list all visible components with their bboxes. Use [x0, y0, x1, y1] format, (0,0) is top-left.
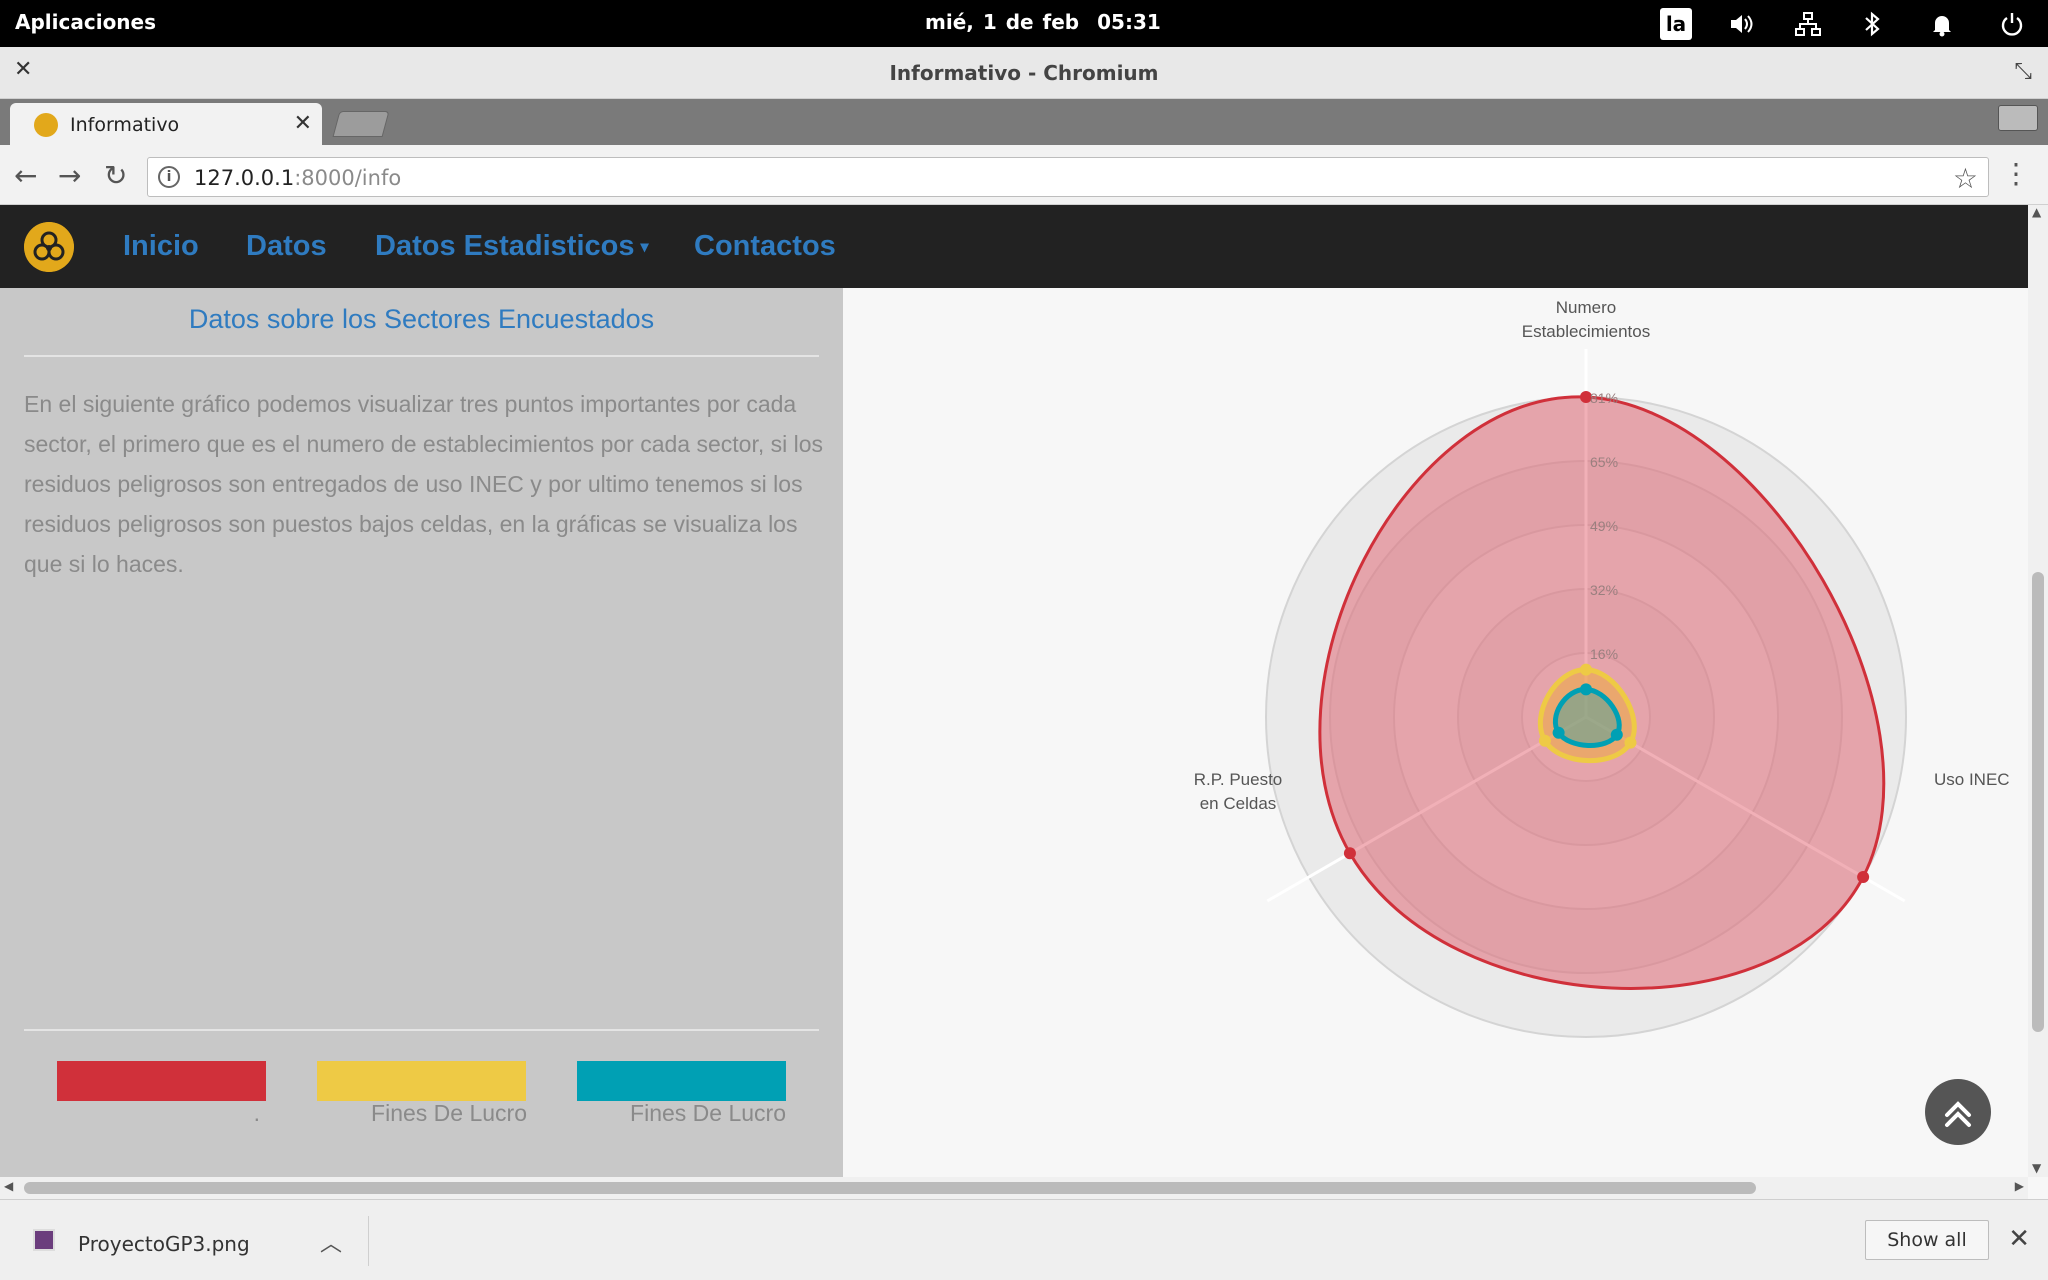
reload-icon[interactable]: ↻ [104, 159, 127, 192]
radar-data-point [1610, 728, 1623, 741]
page-viewport: Inicio Datos Datos Estadisticos ▾ Contact… [0, 205, 2028, 1177]
radar-data-point [1538, 734, 1551, 747]
window-restore-icon[interactable]: ⤡ [2014, 59, 2032, 84]
keyboard-layout-indicator[interactable]: la [1660, 8, 1692, 40]
radar-axis-label: Numero [1556, 298, 1616, 317]
radar-data-point [1580, 683, 1592, 696]
biohazard-favicon-icon [34, 113, 58, 137]
close-shelf-icon[interactable]: ✕ [2008, 1224, 2030, 1254]
notifications-bell-icon[interactable] [1928, 10, 1956, 38]
nav-link-contactos[interactable]: Contactos [694, 230, 836, 263]
divider [24, 1029, 819, 1031]
forward-arrow-icon[interactable]: → [58, 159, 81, 192]
horizontal-scrollbar[interactable]: ◀ ▶ [0, 1177, 2028, 1199]
network-icon[interactable] [1794, 10, 1822, 38]
caret-down-icon: ▾ [640, 239, 649, 257]
clock-time: 05:31 [1097, 10, 1161, 34]
url-path: :8000/info [294, 166, 402, 190]
tab-close-icon[interactable]: ✕ [294, 111, 312, 136]
radar-axis-label: Establecimientos [1522, 322, 1651, 341]
section-title: Datos sobre los Sectores Encuestados [188, 304, 655, 334]
download-options-chevron-icon[interactable]: ︿ [320, 1226, 342, 1258]
radar-tick-label: 65% [1590, 454, 1618, 470]
window-titlebar: ✕ Informativo - Chromium ⤡ [0, 47, 2048, 99]
radar-chart-panel: 16% 32% 49% 65% 81% Numero Establecimientos Uso… [843, 288, 2028, 1177]
biohazard-logo-icon[interactable] [24, 222, 74, 272]
legend-swatch-sector-publico [57, 1061, 266, 1101]
address-bar[interactable]: i 127.0.0.1:8000/info ☆ [147, 157, 1989, 197]
scroll-up-arrow-icon[interactable]: ▲ [2032, 205, 2041, 219]
radar-data-point [1857, 871, 1870, 883]
show-all-downloads-button[interactable]: Show all [1865, 1220, 1989, 1260]
download-shelf: ProyectoGP3.png ︿ Show all ✕ [0, 1199, 2048, 1280]
radar-data-point [1552, 726, 1565, 739]
browser-toolbar: ← → ↻ i 127.0.0.1:8000/info ☆ ⋮ [0, 145, 2048, 205]
power-icon[interactable] [1998, 10, 2026, 38]
browser-menu-icon[interactable]: ⋮ [2002, 157, 2030, 190]
radar-chart: 16% 32% 49% 65% 81% Numero Establecimientos Uso… [1194, 298, 2010, 1038]
nav-link-inicio[interactable]: Inicio [123, 230, 199, 263]
download-filename[interactable]: ProyectoGP3.png [78, 1232, 250, 1256]
horizontal-scroll-thumb[interactable] [24, 1182, 1756, 1194]
bookmark-star-icon[interactable]: ☆ [1953, 162, 1978, 195]
profile-icon[interactable] [1998, 105, 2038, 131]
nav-link-datos[interactable]: Datos [246, 230, 327, 263]
radar-tick-label: 32% [1590, 582, 1618, 598]
tab-strip: Informativo ✕ [0, 99, 2048, 145]
scroll-to-top-button[interactable] [1925, 1079, 1991, 1145]
applications-menu[interactable]: Aplicaciones [15, 10, 156, 34]
site-navbar: Inicio Datos Datos Estadisticos ▾ Contact… [0, 205, 2028, 288]
radar-axis-label: Uso INEC [1934, 770, 2010, 789]
window-title: Informativo - Chromium [889, 61, 1159, 85]
url-text: 127.0.0.1:8000/info [194, 166, 401, 190]
system-clock[interactable]: mié, 1 de feb 05:31 [925, 10, 1161, 34]
system-top-bar: Aplicaciones mié, 1 de feb 05:31 la [0, 0, 2048, 47]
scroll-down-arrow-icon[interactable]: ▼ [2032, 1161, 2041, 1175]
radar-tick-label: 49% [1590, 518, 1618, 534]
url-host: 127.0.0.1 [194, 166, 295, 190]
scroll-right-arrow-icon[interactable]: ▶ [2015, 1179, 2024, 1193]
clock-date: mié, 1 de feb [925, 10, 1080, 34]
radar-axis-label: en Celdas [1200, 794, 1277, 813]
double-chevron-up-icon [1945, 1101, 1971, 1127]
back-arrow-icon[interactable]: ← [14, 159, 37, 192]
radar-tick-label: 16% [1590, 646, 1618, 662]
divider [24, 355, 819, 357]
nav-dropdown-datos-estadisticos[interactable]: Datos Estadisticos ▾ [375, 230, 649, 263]
section-description: En el siguiente gráfico podemos visualiz… [24, 391, 824, 577]
sectors-info-panel: Datos sobre los Sectores Encuestados En … [0, 288, 843, 1177]
vertical-scroll-thumb[interactable] [2032, 572, 2044, 1032]
vertical-scrollbar[interactable]: ▲ ▼ [2028, 205, 2048, 1177]
site-info-icon[interactable]: i [158, 166, 180, 188]
legend-swatch-privado-con-fines [317, 1061, 526, 1101]
new-tab-button[interactable] [332, 111, 390, 137]
legend-swatch-privado-sin-fines [577, 1061, 786, 1101]
browser-tab-informativo[interactable]: Informativo ✕ [10, 103, 322, 145]
nav-link-label: Datos Estadisticos [375, 230, 635, 262]
divider [368, 1216, 369, 1266]
radar-data-point [1580, 663, 1592, 676]
radar-data-point [1343, 847, 1356, 860]
radar-data-point [1624, 736, 1637, 749]
bluetooth-icon[interactable] [1858, 10, 1886, 38]
tab-title: Informativo [70, 114, 180, 136]
scroll-left-arrow-icon[interactable]: ◀ [4, 1179, 13, 1193]
radar-axis-label: R.P. Puesto [1194, 770, 1283, 789]
volume-icon[interactable] [1728, 10, 1756, 38]
image-file-icon[interactable] [33, 1229, 55, 1251]
radar-tick-label: 81% [1590, 390, 1618, 406]
